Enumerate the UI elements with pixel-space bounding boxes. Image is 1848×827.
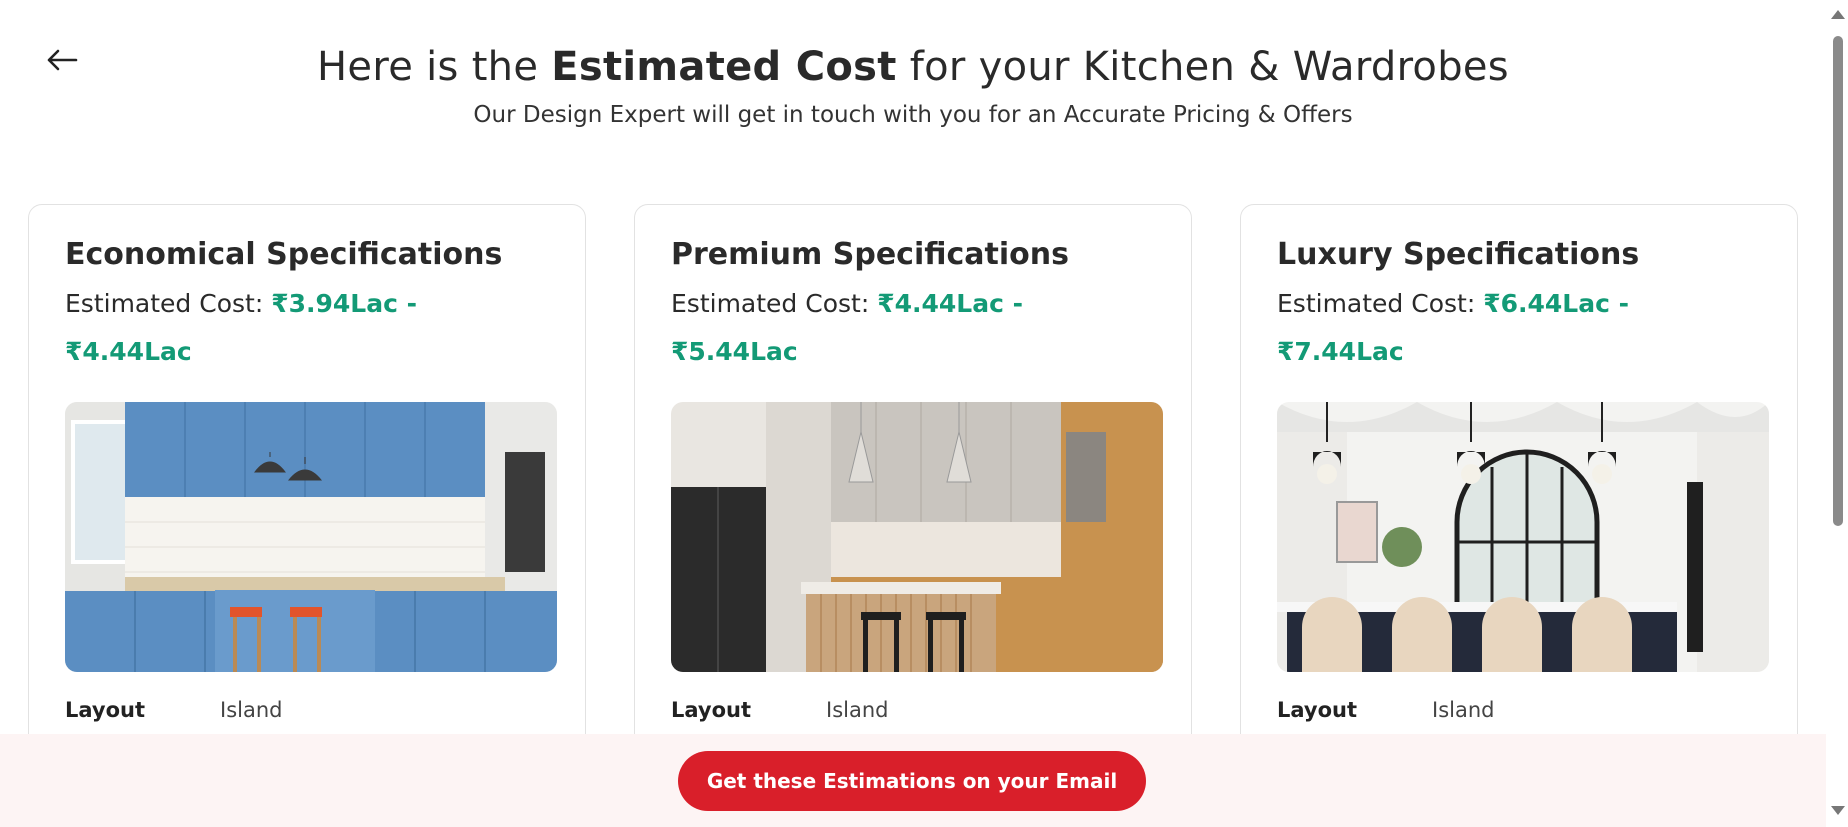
- email-estimations-button[interactable]: Get these Estimations on your Email: [678, 751, 1146, 811]
- scroll-up-arrow-icon[interactable]: [1831, 10, 1845, 19]
- cost-label: Estimated Cost:: [65, 289, 264, 318]
- spec-value: Island: [220, 698, 283, 722]
- spec-label: Layout: [671, 698, 752, 722]
- page-header: Here is the Estimated Cost for your Kitc…: [0, 44, 1826, 128]
- estimate-cards: Economical Specifications Estimated Cost…: [28, 204, 1798, 824]
- title-bold: Estimated Cost: [551, 44, 897, 90]
- scrollbar[interactable]: [1826, 0, 1848, 827]
- spec-label: Layout: [65, 698, 146, 722]
- white-luxury-kitchen-image: [1277, 402, 1769, 672]
- card-title: Economical Specifications: [65, 237, 503, 272]
- blue-modular-kitchen-image: [65, 402, 557, 672]
- price-to: ₹7.44Lac: [1277, 337, 1404, 366]
- card-luxury: Luxury Specifications Estimated Cost: ₹6…: [1240, 204, 1798, 824]
- estimated-cost: Estimated Cost: ₹3.94Lac - ₹4.44Lac: [65, 280, 505, 376]
- title-prefix: Here is the: [317, 44, 539, 90]
- price-from: ₹3.94Lac -: [271, 289, 417, 318]
- cost-label: Estimated Cost:: [1277, 289, 1476, 318]
- card-economical: Economical Specifications Estimated Cost…: [28, 204, 586, 824]
- estimated-cost: Estimated Cost: ₹6.44Lac - ₹7.44Lac: [1277, 280, 1717, 376]
- price-to: ₹5.44Lac: [671, 337, 798, 366]
- card-title: Luxury Specifications: [1277, 237, 1640, 272]
- spec-value: Island: [826, 698, 889, 722]
- price-from: ₹6.44Lac -: [1483, 289, 1629, 318]
- spec-value: Island: [1432, 698, 1495, 722]
- page-subtitle: Our Design Expert will get in touch with…: [473, 102, 1353, 128]
- scroll-down-arrow-icon[interactable]: [1831, 806, 1845, 815]
- spec-row-layout: Layout Island: [1277, 698, 1767, 722]
- price-from: ₹4.44Lac -: [877, 289, 1023, 318]
- spec-label: Layout: [1277, 698, 1358, 722]
- wood-grey-kitchen-image: [671, 402, 1163, 672]
- cost-label: Estimated Cost:: [671, 289, 870, 318]
- page-title: Here is the Estimated Cost for your Kitc…: [0, 44, 1826, 90]
- card-title: Premium Specifications: [671, 237, 1069, 272]
- estimated-cost: Estimated Cost: ₹4.44Lac - ₹5.44Lac: [671, 280, 1111, 376]
- spec-row-layout: Layout Island: [671, 698, 1161, 722]
- title-suffix: for your Kitchen & Wardrobes: [909, 44, 1509, 90]
- price-to: ₹4.44Lac: [65, 337, 192, 366]
- spec-row-layout: Layout Island: [65, 698, 555, 722]
- scroll-thumb[interactable]: [1833, 36, 1843, 526]
- card-premium: Premium Specifications Estimated Cost: ₹…: [634, 204, 1192, 824]
